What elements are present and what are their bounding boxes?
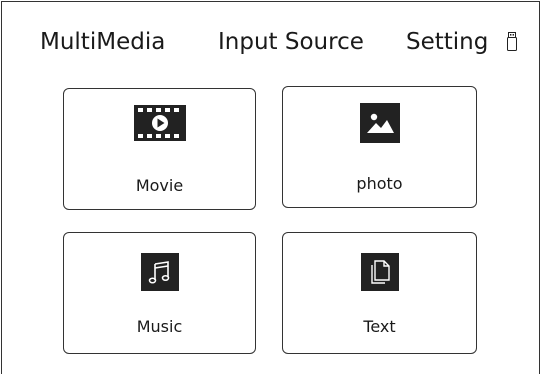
tile-music[interactable]: Music: [63, 232, 256, 354]
menu-input-source[interactable]: Input Source: [218, 29, 364, 55]
tile-photo[interactable]: photo: [282, 86, 477, 208]
document-icon: [360, 253, 399, 291]
menu-setting[interactable]: Setting: [406, 29, 488, 55]
tile-label: Music: [136, 317, 183, 336]
tile-label: Text: [363, 317, 396, 336]
tile-label: Movie: [135, 176, 184, 195]
usb-drive-icon: [507, 32, 517, 51]
film-icon: [133, 105, 186, 141]
tile-text[interactable]: Text: [282, 232, 477, 354]
menu-multimedia[interactable]: MultiMedia: [40, 29, 165, 55]
music-note-icon: [140, 253, 179, 291]
tile-movie[interactable]: Movie: [63, 88, 256, 210]
tile-label: photo: [356, 174, 403, 193]
image-icon: [359, 103, 400, 143]
